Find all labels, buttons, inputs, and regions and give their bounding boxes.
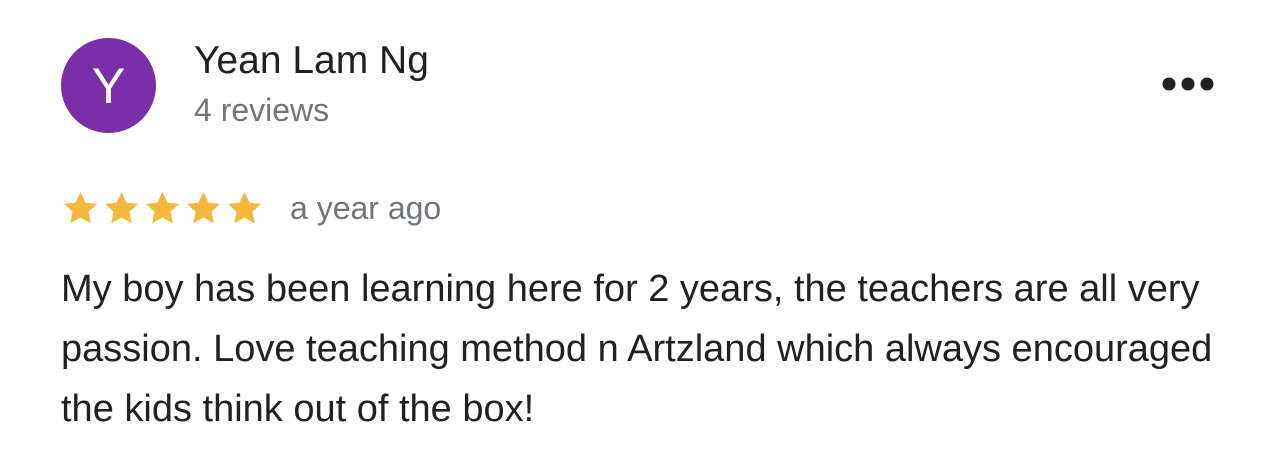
- rating-row: a year ago: [61, 186, 441, 230]
- review-card: Y Yean Lam Ng 4 reviews a year ago My bo…: [0, 0, 1284, 471]
- more-options-button[interactable]: [1158, 64, 1218, 104]
- star-icon: [186, 191, 221, 223]
- star-icon: [104, 191, 139, 223]
- review-time: a year ago: [290, 189, 442, 226]
- star-icon: [227, 191, 262, 223]
- avatar-initial: Y: [91, 57, 126, 114]
- author-avatar[interactable]: Y: [61, 38, 156, 133]
- review-count: 4 reviews: [194, 92, 330, 128]
- star-icon: [145, 191, 180, 223]
- author-name[interactable]: Yean Lam Ng: [194, 39, 429, 83]
- star-icon: [63, 191, 98, 223]
- review-text: My boy has been learning here for 2 year…: [61, 268, 1213, 430]
- star-rating: [61, 189, 264, 228]
- more-horizontal-icon: [1162, 77, 1214, 91]
